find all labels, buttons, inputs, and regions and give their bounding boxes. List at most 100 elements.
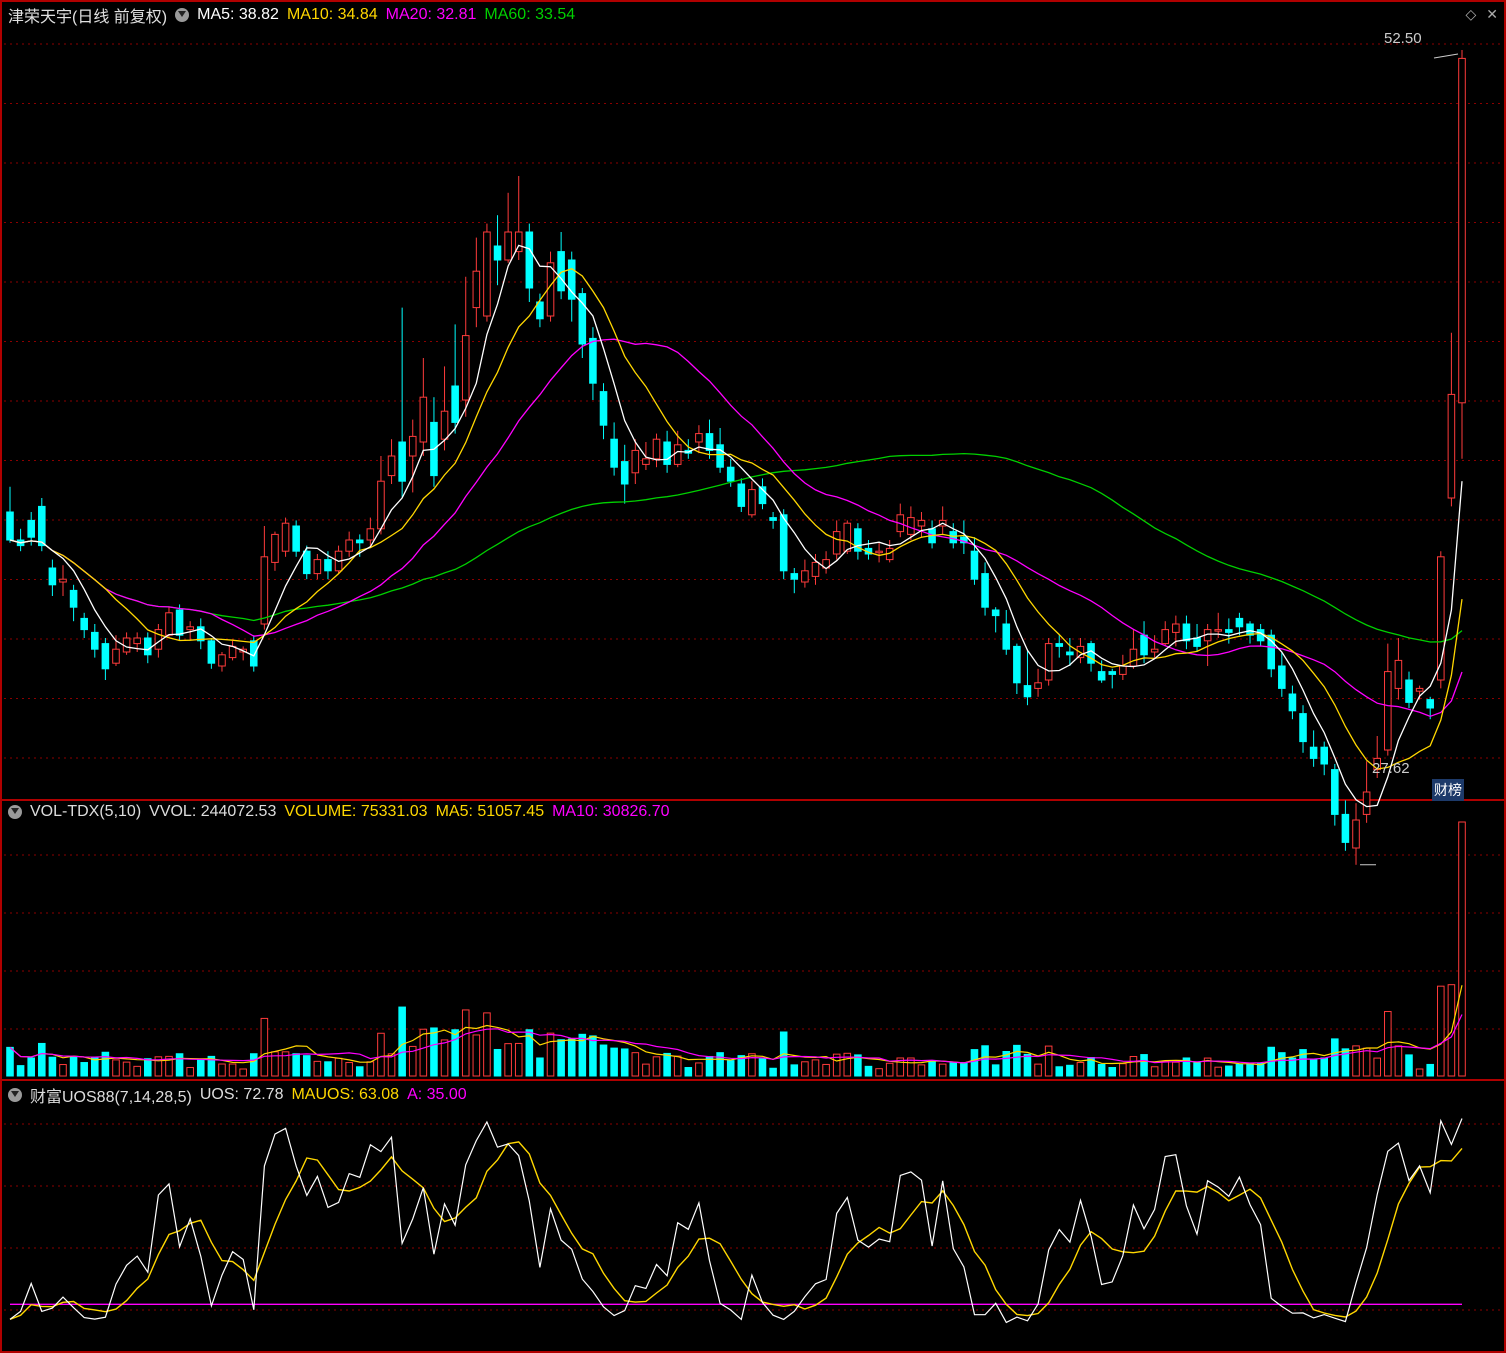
candle-body [249,640,258,667]
volume-bar [1097,1063,1106,1077]
candle-body [620,461,629,485]
candle-body [483,231,491,317]
candle-body [631,449,640,474]
volume-bar [684,1067,693,1077]
volume-bar [589,1035,597,1077]
volume-bar [133,1065,141,1077]
candle-body [1331,769,1339,815]
volume-bar [260,1017,269,1077]
chevron-down-icon[interactable] [8,805,22,819]
volume-bar [1055,1066,1064,1077]
stock-title[interactable]: 津荣天宇(日线 前复权) [8,3,167,27]
candle-body [218,654,226,667]
volume-bar [1023,1053,1032,1077]
volume-bar [1044,1045,1053,1077]
candle-body [451,385,459,423]
volume-panel-header: VOL-TDX(5,10) VVOL: 244072.53 VOLUME: 75… [8,803,670,821]
volume-bar [504,1043,512,1077]
candle-body [695,433,703,443]
candle-body [440,410,449,440]
candle-body [175,609,184,636]
volume-ma5-line [9,985,1463,1066]
volume-bar [196,1059,205,1077]
volume-ma10-line [9,1014,1463,1064]
volume-bar [355,1066,364,1077]
volume-bar [1415,1068,1424,1077]
a-value: A: 35.00 [407,1086,467,1103]
stock-chart-window[interactable]: 津荣天宇(日线 前复权) MA5: 38.82 MA10: 34.84 MA20… [0,0,1506,1353]
volume-bar [981,1045,989,1077]
candle-body [875,550,883,554]
vol-ma10-value: MA10: 30826.70 [552,803,670,820]
candle-body [324,559,332,572]
chart-canvas[interactable] [0,0,1506,1353]
volume-bar [567,1038,576,1077]
candle-body [154,629,163,650]
candle-body [1172,623,1180,633]
volume-bar [1331,1038,1339,1077]
volume-bar [377,1032,385,1077]
chevron-down-icon[interactable] [8,1088,22,1102]
candle-body [1341,813,1350,843]
volume-bar [875,1068,883,1077]
candle-body [1299,713,1307,743]
candle-body [1235,617,1244,628]
volume-bar [652,1056,661,1077]
candle-body [281,522,290,552]
candle-body [419,396,428,443]
candle-body [1182,623,1191,642]
candle-body [726,466,735,482]
candle-body [1309,746,1318,759]
volume-bar [1246,1062,1254,1077]
volume-bar [249,1053,258,1077]
candle-body [366,528,375,541]
volume-bar [419,1028,428,1077]
volume-bar [1225,1065,1233,1077]
volume-bar [631,1052,640,1077]
uos-title[interactable]: 财富UOS88(7,14,28,5) [30,1083,192,1107]
volume-bar [302,1055,311,1077]
candle-body [1193,637,1201,647]
candle-body [673,444,682,465]
candle-body [271,533,279,563]
ma60-line [9,452,1463,643]
volume-bar [48,1056,57,1077]
candle-body [748,489,756,516]
diamond-icon[interactable]: ◇ [1465,6,1476,23]
candle-body [1044,643,1053,681]
caibang-badge[interactable]: 财榜 [1432,779,1464,801]
candle-body [663,441,671,465]
volume-bar [960,1062,968,1077]
candle-body [1288,693,1297,712]
candle-body [981,573,989,608]
volume-bar [483,1012,491,1077]
candle-body [101,643,110,670]
volume-bar [69,1056,78,1077]
volume-bar [112,1059,120,1077]
uos-line [9,1118,1463,1324]
volume-bar [1309,1059,1318,1077]
volume-bar [663,1052,671,1077]
candle-body [377,480,385,530]
volume-bar [1373,1057,1381,1077]
volume-bar [186,1067,194,1077]
vol-title[interactable]: VOL-TDX(5,10) [30,803,141,821]
candle-body [165,612,173,636]
candle-body [1140,634,1148,656]
close-icon[interactable]: ✕ [1486,6,1498,23]
volume-bar [27,1057,35,1077]
candle-body [917,519,926,527]
volume-bar [1119,1063,1127,1077]
volume-bar [546,1032,555,1077]
candle-body [1002,623,1011,650]
candle-body [461,335,470,401]
candle-body [907,517,915,535]
volume-bar [716,1052,724,1077]
uos-panel-header: 财富UOS88(7,14,28,5) UOS: 72.78 MAUOS: 63.… [8,1083,467,1107]
candle-body [1362,791,1371,815]
volume-bar [822,1063,830,1077]
candle-body [408,435,417,457]
candle-body [716,444,724,468]
chevron-down-icon[interactable] [175,8,190,22]
price-panel-header: 津荣天宇(日线 前复权) MA5: 38.82 MA10: 34.84 MA20… [8,3,575,27]
